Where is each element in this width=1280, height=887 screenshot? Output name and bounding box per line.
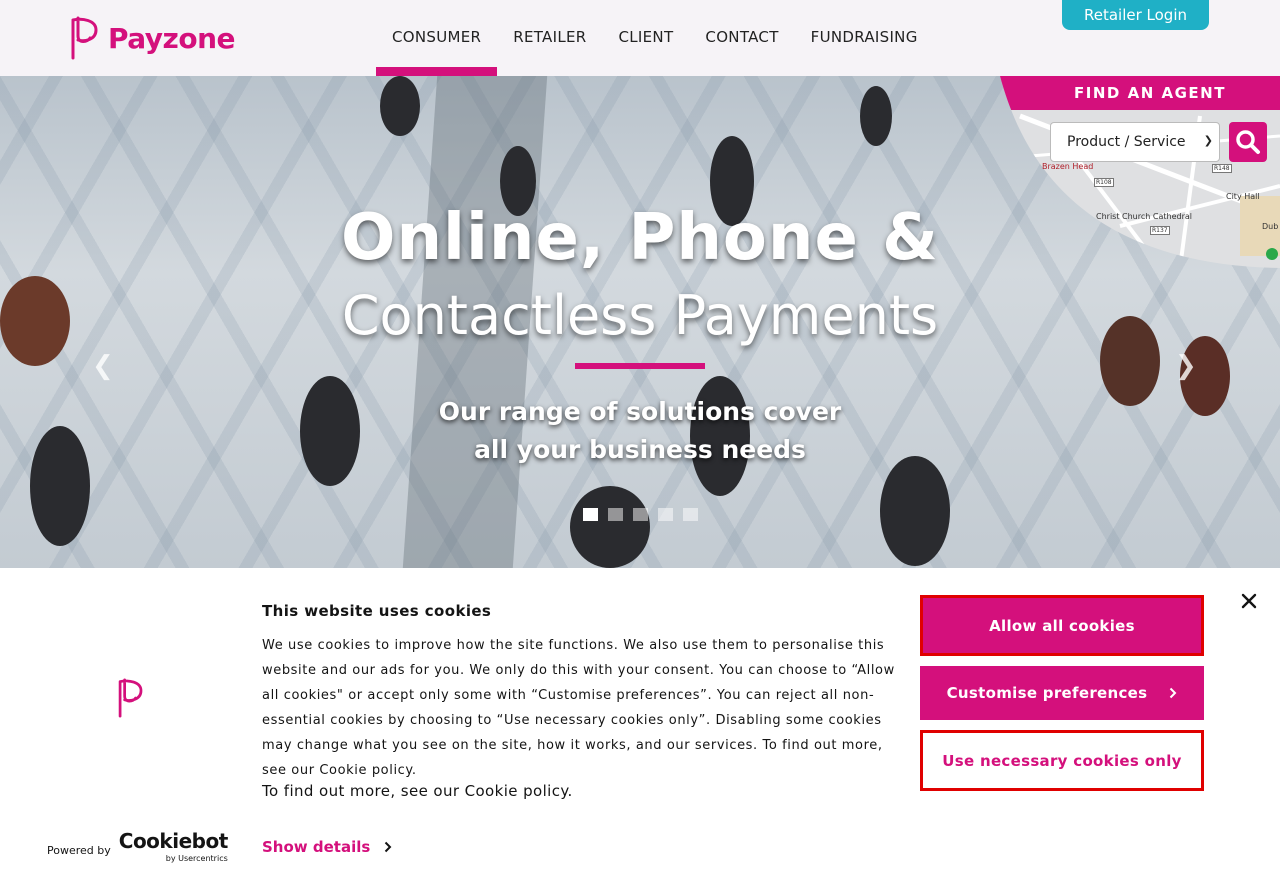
carousel-dot-2[interactable] bbox=[608, 508, 623, 521]
powered-by-label: Powered by bbox=[47, 843, 111, 857]
retailer-login-button[interactable]: Retailer Login bbox=[1062, 0, 1209, 30]
cookiebot-logo: Cookiebot by Usercentrics bbox=[119, 831, 229, 868]
hero-accent-rule bbox=[575, 363, 705, 369]
chevron-down-icon: ❯ bbox=[1203, 134, 1213, 147]
map-label: City Hall bbox=[1226, 192, 1260, 201]
hero-person bbox=[570, 486, 650, 568]
chevron-right-icon bbox=[1170, 687, 1177, 699]
hero-person bbox=[860, 86, 892, 146]
customise-preferences-button[interactable]: Customise preferences bbox=[920, 666, 1204, 720]
allow-all-cookies-button[interactable]: Allow all cookies bbox=[920, 595, 1204, 656]
carousel-next-icon[interactable]: ❯ bbox=[1175, 351, 1197, 381]
nav-contact[interactable]: CONTACT bbox=[689, 0, 794, 76]
map-label: Christ Church Cathedral bbox=[1096, 212, 1192, 221]
hero-person bbox=[380, 76, 420, 136]
find-agent-heading: FIND AN AGENT bbox=[1074, 84, 1226, 102]
carousel-dot-5[interactable] bbox=[683, 508, 698, 521]
carousel-dot-3[interactable] bbox=[633, 508, 648, 521]
necessary-cookies-button[interactable]: Use necessary cookies only bbox=[920, 730, 1204, 791]
payzone-logo[interactable]: Payzone bbox=[70, 16, 236, 60]
cookiebot-attribution[interactable]: Powered by Cookiebot by Usercentrics bbox=[47, 831, 229, 868]
map-road-label: R137 bbox=[1150, 226, 1170, 235]
site-header: Payzone CONSUMER RETAILER CLIENT CONTACT… bbox=[0, 0, 1280, 76]
nav-retailer[interactable]: RETAILER bbox=[497, 0, 602, 76]
cookie-banner: Powered by Cookiebot by Usercentrics Thi… bbox=[0, 568, 1280, 887]
hero-subtitle-line2: all your business needs bbox=[474, 435, 806, 464]
map-label: Brazen Head bbox=[1042, 162, 1094, 171]
payzone-logo-mark-icon bbox=[71, 16, 98, 60]
find-agent-widget: FIND AN AGENT Brazen Head Christ Church … bbox=[1000, 76, 1280, 268]
hero-title-line2: Contactless Payments bbox=[341, 284, 939, 347]
map-label: Dub bbox=[1262, 222, 1279, 231]
product-service-select[interactable]: Product / Service ❯ bbox=[1050, 122, 1220, 162]
cookie-banner-title: This website uses cookies bbox=[262, 602, 492, 620]
carousel-indicators bbox=[583, 508, 698, 521]
nav-client[interactable]: CLIENT bbox=[603, 0, 690, 76]
carousel-dot-4[interactable] bbox=[658, 508, 673, 521]
hero-subtitle: Our range of solutions cover all your bu… bbox=[0, 393, 1280, 469]
close-icon[interactable] bbox=[1238, 590, 1260, 612]
product-service-select-value: Product / Service bbox=[1067, 134, 1186, 150]
main-nav: CONSUMER RETAILER CLIENT CONTACT FUNDRAI… bbox=[376, 0, 934, 76]
cookie-policy-text[interactable]: To find out more, see our Cookie policy. bbox=[262, 782, 573, 800]
map-road-label: R148 bbox=[1212, 164, 1232, 173]
show-details-link[interactable]: Show details bbox=[262, 838, 392, 856]
hero-person bbox=[880, 456, 950, 566]
customise-preferences-label: Customise preferences bbox=[946, 684, 1148, 702]
logo-wordmark: Payzone bbox=[108, 21, 236, 55]
search-icon bbox=[1236, 130, 1260, 154]
agent-search-button[interactable] bbox=[1229, 122, 1267, 162]
map-road-label: R108 bbox=[1094, 178, 1114, 187]
hero-subtitle-line1: Our range of solutions cover bbox=[438, 397, 842, 426]
show-details-label: Show details bbox=[262, 838, 371, 856]
nav-fundraising[interactable]: FUNDRAISING bbox=[795, 0, 934, 76]
carousel-dot-1[interactable] bbox=[583, 508, 598, 521]
payzone-logo-mark-icon bbox=[118, 678, 143, 718]
cookie-banner-body: We use cookies to improve how the site f… bbox=[262, 638, 895, 778]
nav-consumer[interactable]: CONSUMER bbox=[376, 0, 498, 76]
carousel-prev-icon[interactable]: ❮ bbox=[92, 351, 114, 381]
chevron-right-icon bbox=[385, 841, 392, 853]
